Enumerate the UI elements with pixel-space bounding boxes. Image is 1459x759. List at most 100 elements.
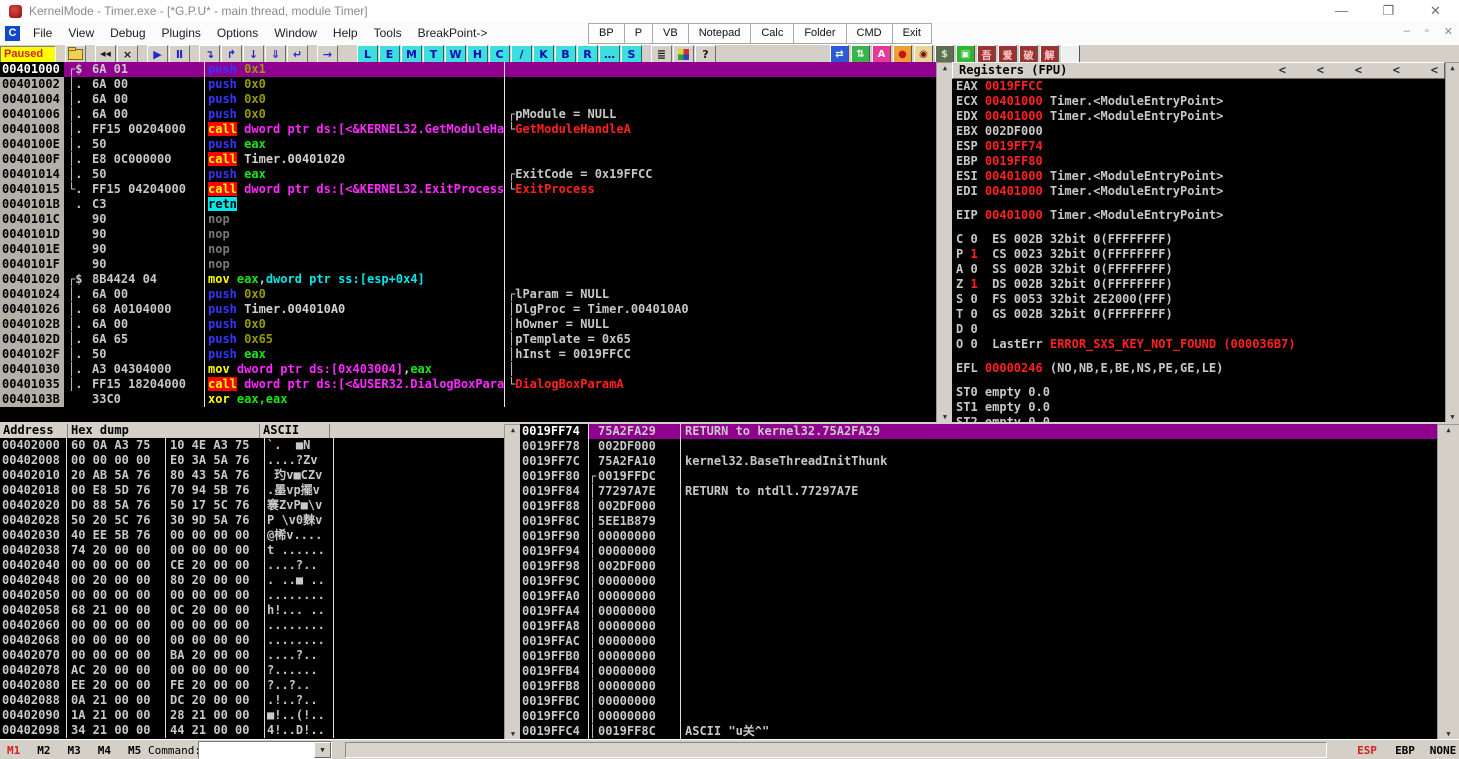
cpu-window-icon[interactable]: C bbox=[5, 26, 20, 41]
dump-row[interactable]: 0040202850 20 5C 7630 9D 5A 76P \v0麳v bbox=[0, 513, 504, 528]
quick-button-notepad[interactable]: Notepad bbox=[688, 23, 752, 44]
stack-pane[interactable]: 0019FF7475A2FA29RETURN to kernel32.75A2F… bbox=[520, 424, 1437, 739]
quick-button-vb[interactable]: VB bbox=[652, 23, 689, 44]
disasm-row[interactable]: 0040100F│.E8 0C000000call Timer.00401020 bbox=[0, 152, 936, 167]
register-row[interactable]: EBP 0019FF80 bbox=[952, 154, 1445, 169]
scroll-up-icon[interactable]: ▲ bbox=[943, 63, 947, 74]
disasm-row[interactable]: 00401008│.FF15 00204000call dword ptr ds… bbox=[0, 122, 936, 137]
collapse-chevron-icon[interactable]: < bbox=[1286, 63, 1324, 78]
plugin-target-button[interactable]: ◉ bbox=[914, 45, 933, 63]
collapse-chevron-icon[interactable]: < bbox=[1248, 63, 1286, 78]
register-row[interactable] bbox=[952, 223, 1445, 232]
minimize-icon[interactable]: — bbox=[1318, 3, 1365, 19]
stack-row[interactable]: 0019FF80┌0019FFDC bbox=[520, 469, 1437, 484]
pane-button-dots[interactable]: … bbox=[599, 45, 620, 63]
disasm-row[interactable]: 0040101C90nop bbox=[0, 212, 936, 227]
menu-item-options[interactable]: Options bbox=[209, 26, 266, 40]
dump-row[interactable]: 0040201800 E8 5D 7670 94 5B 76.墨vp擺v bbox=[0, 483, 504, 498]
stack-row[interactable]: 0019FFC4│0019FF8CASCII "u关^" bbox=[520, 724, 1437, 739]
command-input[interactable] bbox=[199, 742, 314, 758]
memory-tab-m3[interactable]: M3 bbox=[68, 744, 81, 757]
stack-row[interactable]: 0019FFB8│00000000 bbox=[520, 679, 1437, 694]
disasm-row[interactable]: 00401004│.6A 00push 0x0 bbox=[0, 92, 936, 107]
collapse-chevron-icon[interactable]: < bbox=[1362, 63, 1400, 78]
register-row[interactable]: ST2 empty 0.0 bbox=[952, 415, 1445, 422]
disasm-row[interactable]: 0040101D90nop bbox=[0, 227, 936, 242]
mdi-close-icon[interactable]: ✕ bbox=[1444, 25, 1453, 38]
command-combobox[interactable]: ▼ bbox=[198, 741, 332, 759]
menu-item-help[interactable]: Help bbox=[325, 26, 366, 40]
plugin-swap-button[interactable]: ⇄ bbox=[830, 45, 849, 63]
registers-pane[interactable]: Registers (FPU) <<<<< EAX 0019FFCCECX 00… bbox=[952, 62, 1445, 422]
plugin-money-button[interactable]: $ bbox=[935, 45, 954, 63]
execute-till-return-button[interactable]: ↵ bbox=[287, 45, 308, 63]
restart-button[interactable]: ◀◀ bbox=[95, 45, 116, 63]
disassembly-pane[interactable]: 00401000┌$6A 01push 0x100401002│.6A 00pu… bbox=[0, 62, 936, 422]
open-file-button[interactable] bbox=[65, 45, 86, 63]
disasm-row[interactable]: 00401035│.FF15 18204000call dword ptr ds… bbox=[0, 377, 936, 392]
menu-item-view[interactable]: View bbox=[60, 26, 102, 40]
stack-row[interactable]: 0019FF84│77297A7ERETURN to ntdll.77297A7… bbox=[520, 484, 1437, 499]
dump-row[interactable]: 0040206800 00 00 0000 00 00 00........ bbox=[0, 633, 504, 648]
disasm-row[interactable]: 0040103B33C0xor eax,eax bbox=[0, 392, 936, 407]
stack-row[interactable]: 0019FF7475A2FA29RETURN to kernel32.75A2F… bbox=[520, 424, 1437, 439]
quick-button-folder[interactable]: Folder bbox=[793, 23, 846, 44]
dump-row[interactable]: 00402080EE 20 00 00FE 20 00 00?..?.. bbox=[0, 678, 504, 693]
ebp-label[interactable]: EBP bbox=[1386, 744, 1424, 757]
quick-button-bp[interactable]: BP bbox=[588, 23, 625, 44]
disasm-row[interactable]: 00401015└.FF15 04204000call dword ptr ds… bbox=[0, 182, 936, 197]
animate-into-button[interactable]: ↓ bbox=[243, 45, 264, 63]
memory-tab-m1[interactable]: M1 bbox=[7, 744, 20, 757]
dump-row[interactable]: 0040207000 00 00 00BA 20 00 00....?.. bbox=[0, 648, 504, 663]
maximize-icon[interactable]: ❐ bbox=[1365, 3, 1412, 19]
disasm-row[interactable]: 00401024│.6A 00push 0x0┌lParam = NULL bbox=[0, 287, 936, 302]
disasm-row[interactable]: 0040102B│.6A 00push 0x0│hOwner = NULL bbox=[0, 317, 936, 332]
register-row[interactable]: ST1 empty 0.0 bbox=[952, 400, 1445, 415]
menu-item-breakpoint[interactable]: BreakPoint-> bbox=[410, 26, 496, 40]
plugin-po-button[interactable]: 破 bbox=[1019, 45, 1038, 63]
stack-row[interactable]: 0019FF94│00000000 bbox=[520, 544, 1437, 559]
stack-row[interactable]: 0019FFAC│00000000 bbox=[520, 634, 1437, 649]
disasm-row[interactable]: 0040101E90nop bbox=[0, 242, 936, 257]
dump-row[interactable]: 0040205000 00 00 0000 00 00 00........ bbox=[0, 588, 504, 603]
close-process-button[interactable]: × bbox=[117, 45, 138, 63]
pane-button-m[interactable]: M bbox=[401, 45, 422, 63]
menu-item-tools[interactable]: Tools bbox=[366, 26, 410, 40]
hex-dump-pane[interactable]: Address Hex dump ASCII 0040200060 0A A3 … bbox=[0, 424, 504, 739]
stack-row[interactable]: 0019FF88│002DF000 bbox=[520, 499, 1437, 514]
register-row[interactable]: EFL 00000246 (NO,NB,E,BE,NS,PE,GE,LE) bbox=[952, 361, 1445, 376]
dump-row[interactable]: 004020880A 21 00 00DC 20 00 00.!..?.. bbox=[0, 693, 504, 708]
disasm-row[interactable]: 00401026│.68 A0104000push Timer.004010A0… bbox=[0, 302, 936, 317]
stack-row[interactable]: 0019FF9C│00000000 bbox=[520, 574, 1437, 589]
pane-button-h[interactable]: H bbox=[467, 45, 488, 63]
plugin-a-button[interactable]: A bbox=[872, 45, 891, 63]
memory-tab-m4[interactable]: M4 bbox=[98, 744, 111, 757]
quick-button-cmd[interactable]: CMD bbox=[846, 23, 893, 44]
plugin-blank-button[interactable] bbox=[1061, 45, 1080, 63]
pane-button-b[interactable]: B bbox=[555, 45, 576, 63]
plugin-window-button[interactable]: ▣ bbox=[956, 45, 975, 63]
help-button[interactable]: ? bbox=[695, 45, 716, 63]
scroll-up-icon[interactable]: ▲ bbox=[1446, 425, 1450, 436]
dump-row[interactable]: 0040200800 00 00 00E0 3A 5A 76....?Zv bbox=[0, 453, 504, 468]
register-row[interactable]: O 0 LastErr ERROR_SXS_KEY_NOT_FOUND (000… bbox=[952, 337, 1445, 352]
stack-row[interactable]: 0019FF7C75A2FA10kernel32.BaseThreadInitT… bbox=[520, 454, 1437, 469]
collapse-chevron-icon[interactable]: < bbox=[1400, 63, 1438, 78]
dump-row[interactable]: 0040201020 AB 5A 7680 43 5A 76 玓v■CZv bbox=[0, 468, 504, 483]
stack-row[interactable]: 0019FF98│002DF000 bbox=[520, 559, 1437, 574]
breakpoint-list-button[interactable]: ≣ bbox=[651, 45, 672, 63]
pane-button-l[interactable]: L bbox=[357, 45, 378, 63]
stack-row[interactable]: 0019FF78002DF000 bbox=[520, 439, 1437, 454]
register-row[interactable] bbox=[952, 352, 1445, 361]
memory-tab-m5[interactable]: M5 bbox=[128, 744, 141, 757]
pane-button-c[interactable]: C bbox=[489, 45, 510, 63]
animate-over-button[interactable]: ⇓ bbox=[265, 45, 286, 63]
register-row[interactable]: P 1 CS 0023 32bit 0(FFFFFFFF) bbox=[952, 247, 1445, 262]
dump-row[interactable]: 0040209834 21 00 0044 21 00 004!..D!.. bbox=[0, 723, 504, 738]
register-row[interactable]: EDX 00401000 Timer.<ModuleEntryPoint> bbox=[952, 109, 1445, 124]
menu-item-window[interactable]: Window bbox=[266, 26, 325, 40]
dump-row[interactable]: 0040205868 21 00 000C 20 00 00h!... .. bbox=[0, 603, 504, 618]
stack-row[interactable]: 0019FF8C│5EE1B879 bbox=[520, 514, 1437, 529]
disasm-row[interactable]: 00401006│.6A 00push 0x0┌pModule = NULL bbox=[0, 107, 936, 122]
collapse-chevron-icon[interactable]: < bbox=[1324, 63, 1362, 78]
